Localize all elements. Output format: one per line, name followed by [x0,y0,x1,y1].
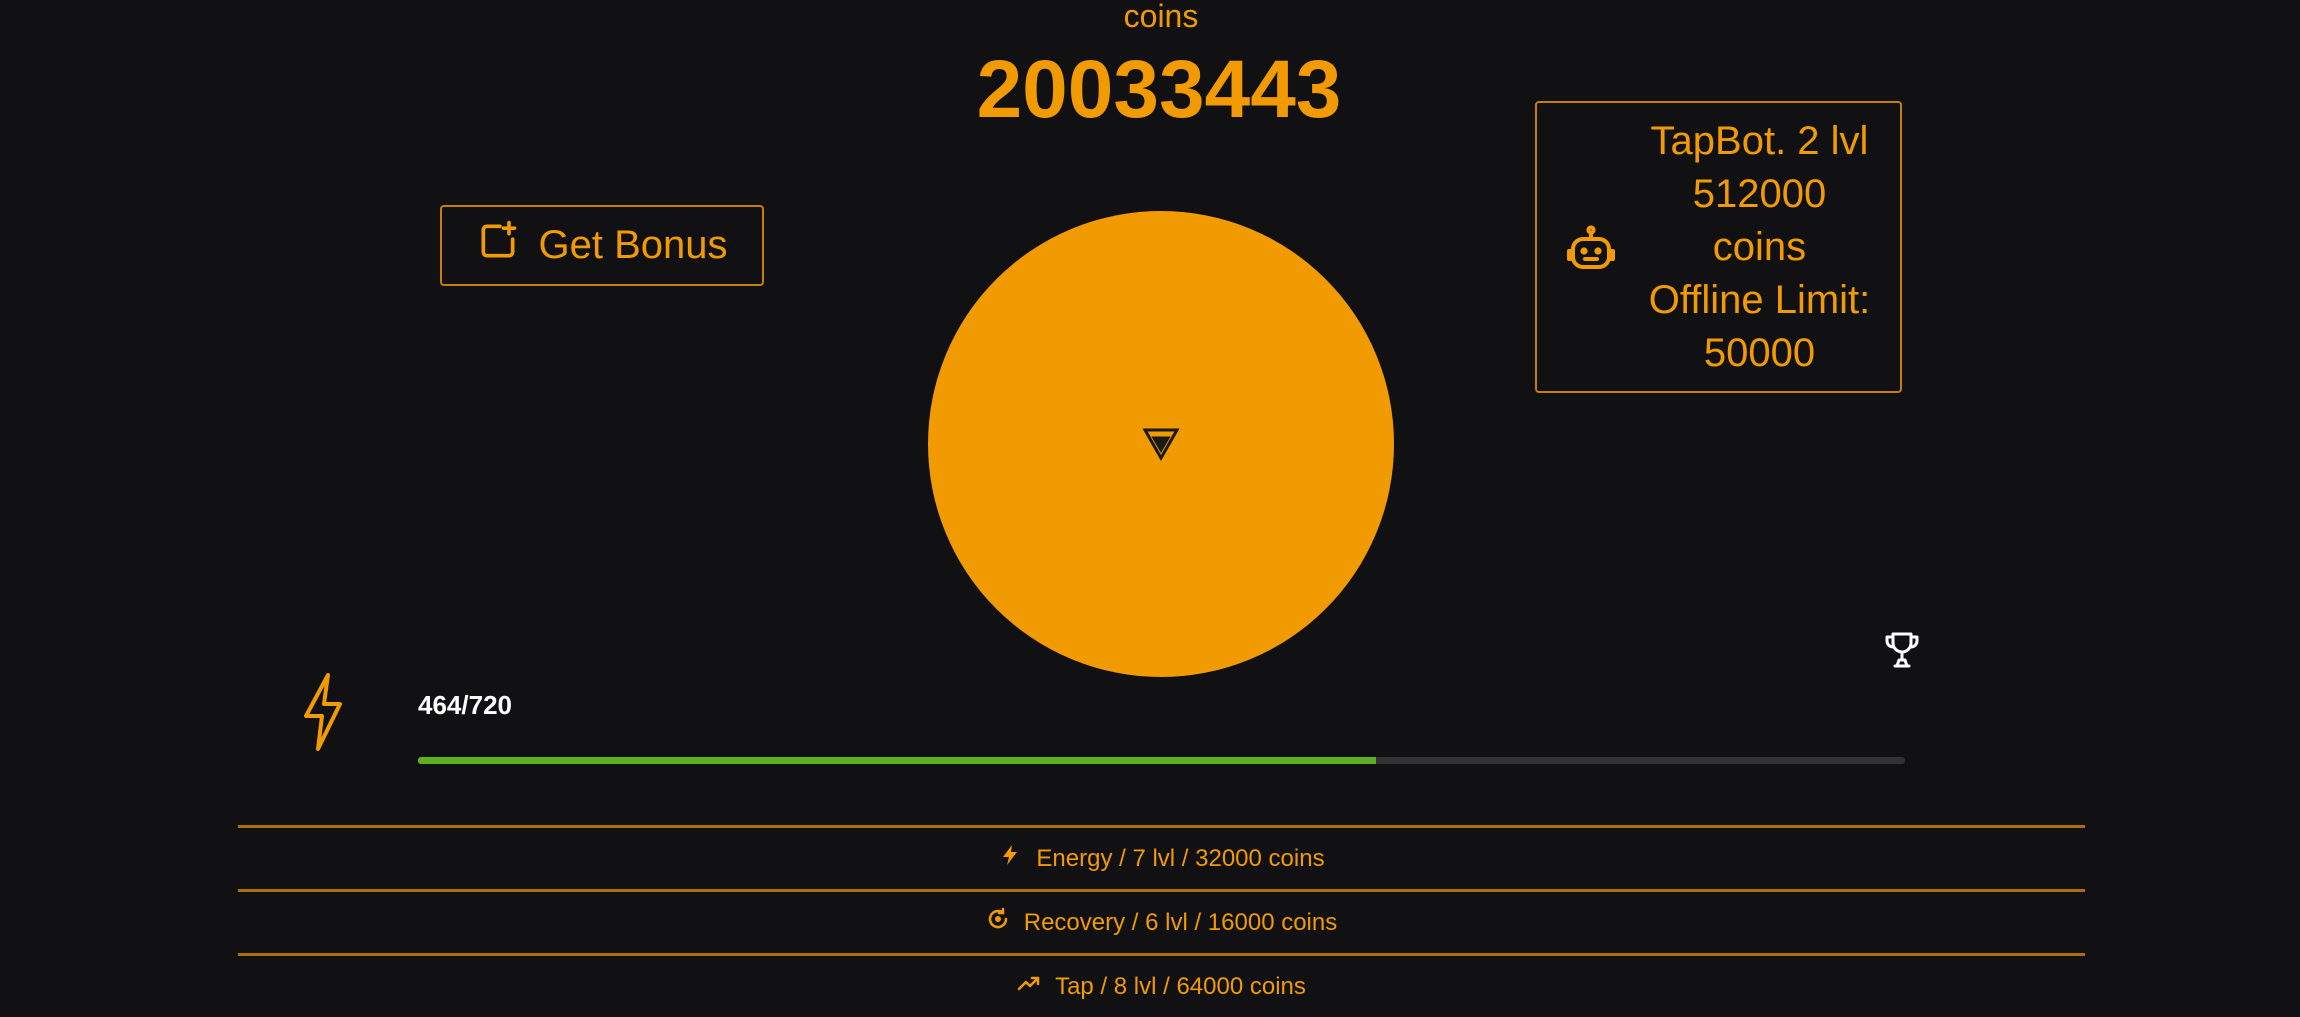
energy-bar [418,757,1905,764]
energy-bar-fill [418,757,1377,764]
get-bonus-label: Get Bonus [538,223,728,267]
lightning-icon [300,672,346,752]
tapbot-offline-limit-value: 50000 [1703,331,1816,375]
triangle-logo-icon [1142,428,1180,461]
lightning-icon [998,843,1022,874]
energy-value: 464/720 [418,690,512,720]
tap-button[interactable] [928,211,1394,677]
upgrade-tap-label: Tap / 8 lvl / 64000 coins [1055,972,1306,1000]
coins-label: coins [1123,0,1199,34]
upgrade-list: Energy / 7 lvl / 32000 coins Recovery / … [238,825,2085,1017]
trophy-icon[interactable] [1883,630,1921,670]
coins-balance: 20033443 [976,44,1342,135]
upgrade-recovery-label: Recovery / 6 lvl / 16000 coins [1023,908,1338,936]
tapbot-card[interactable]: TapBot. 2 lvl 512000 coins Offline Limit… [1535,101,1902,393]
upgrade-tap[interactable]: Tap / 8 lvl / 64000 coins [238,953,2085,1017]
tapbot-level: TapBot. 2 lvl [1650,119,1869,163]
tapbot-price-unit: coins [1712,225,1807,269]
recovery-icon [986,907,1010,938]
trending-up-icon [1017,971,1041,1002]
upgrade-energy-label: Energy / 7 lvl / 32000 coins [1036,844,1325,872]
tapbot-price: 512000 [1692,172,1827,216]
tapbot-offline-limit-label: Offline Limit: [1648,278,1871,322]
get-bonus-button[interactable]: Get Bonus [440,205,764,286]
upgrade-energy[interactable]: Energy / 7 lvl / 32000 coins [238,825,2085,889]
upgrade-recovery[interactable]: Recovery / 6 lvl / 16000 coins [238,889,2085,953]
robot-icon [1565,225,1617,273]
add-square-icon [476,219,520,273]
